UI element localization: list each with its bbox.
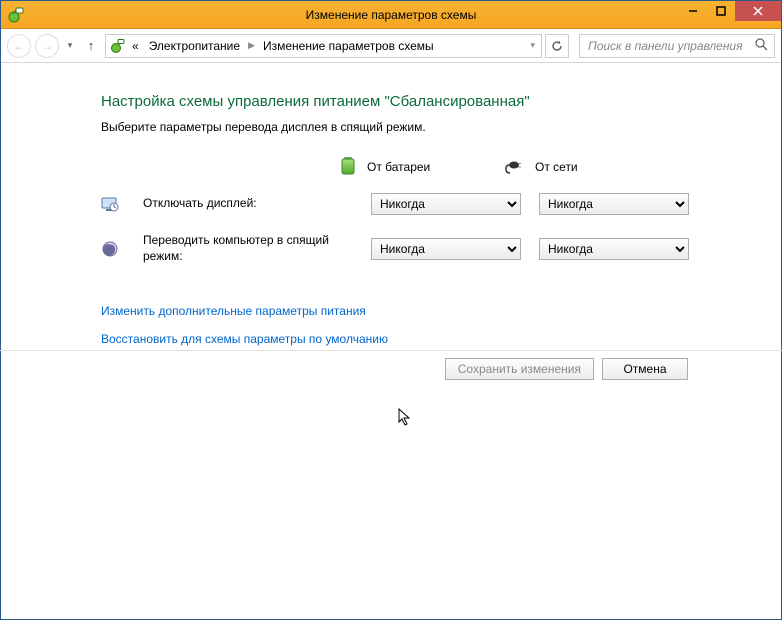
display-battery-select[interactable]: Никогда <box>371 193 521 215</box>
refresh-button[interactable] <box>545 34 569 58</box>
display-icon <box>101 195 125 213</box>
page-subheading: Выберите параметры перевода дисплея в сп… <box>101 120 751 134</box>
divider <box>0 350 782 351</box>
breadcrumb-root[interactable]: « <box>128 39 143 53</box>
cursor-icon <box>398 408 414 431</box>
plugged-label: От сети <box>535 160 578 174</box>
window-controls <box>679 1 781 21</box>
battery-header: От батареи <box>337 154 487 179</box>
toolbar: ← → ▾ ↑ « Электропитание ▶ Изменение пар… <box>1 29 781 63</box>
minimize-button[interactable] <box>679 1 707 21</box>
battery-icon <box>337 154 359 179</box>
breadcrumb-dropdown[interactable]: ▾ <box>528 40 537 51</box>
close-button[interactable] <box>735 1 781 21</box>
search-icon <box>755 38 768 54</box>
up-button[interactable]: ↑ <box>81 38 101 53</box>
battery-label: От батареи <box>367 160 430 174</box>
back-button[interactable]: ← <box>7 34 31 58</box>
content-area: Настройка схемы управления питанием "Сба… <box>1 63 781 370</box>
advanced-link[interactable]: Изменить дополнительные параметры питани… <box>101 304 751 318</box>
breadcrumb[interactable]: « Электропитание ▶ Изменение параметров … <box>105 34 542 58</box>
search-input[interactable] <box>586 38 755 54</box>
sleep-icon <box>101 240 125 258</box>
cancel-button[interactable]: Отмена <box>602 358 688 380</box>
forward-button[interactable]: → <box>35 34 59 58</box>
sleep-battery-select[interactable]: Никогда <box>371 238 521 260</box>
page-heading: Настройка схемы управления питанием "Сба… <box>101 93 751 110</box>
app-icon <box>7 6 25 24</box>
restore-link[interactable]: Восстановить для схемы параметры по умол… <box>101 332 751 346</box>
plug-icon <box>505 154 527 179</box>
links-section: Изменить дополнительные параметры питани… <box>101 304 751 346</box>
titlebar: Изменение параметров схемы <box>1 1 781 29</box>
display-off-label: Отключать дисплей: <box>143 196 353 212</box>
column-headers: От батареи От сети <box>337 154 751 179</box>
maximize-button[interactable] <box>707 1 735 21</box>
window-title: Изменение параметров схемы <box>1 8 781 22</box>
breadcrumb-item-1[interactable]: Изменение параметров схемы <box>259 39 438 53</box>
settings-grid: Отключать дисплей: Никогда Никогда Перев… <box>101 193 751 264</box>
save-button[interactable]: Сохранить изменения <box>445 358 594 380</box>
sleep-plugged-select[interactable]: Никогда <box>539 238 689 260</box>
breadcrumb-item-0[interactable]: Электропитание <box>145 39 244 53</box>
search-box[interactable] <box>579 34 775 58</box>
history-dropdown[interactable]: ▾ <box>63 40 77 51</box>
chevron-right-icon: ▶ <box>246 40 257 51</box>
dialog-footer: Сохранить изменения Отмена <box>445 358 688 380</box>
plugged-header: От сети <box>505 154 655 179</box>
display-plugged-select[interactable]: Никогда <box>539 193 689 215</box>
breadcrumb-icon <box>110 38 126 54</box>
sleep-label: Переводить компьютер в спящий режим: <box>143 233 353 264</box>
